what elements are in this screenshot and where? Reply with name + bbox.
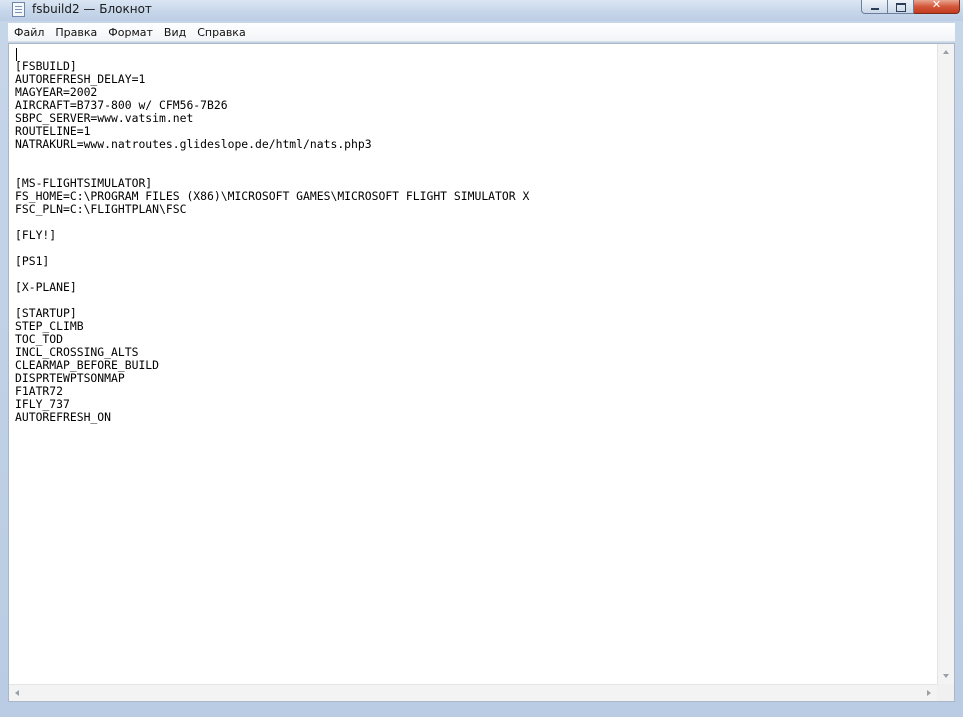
caption-buttons [861,0,960,14]
scrollbar-corner [937,684,954,701]
minimize-button[interactable] [861,0,888,14]
scroll-up-button[interactable] [938,44,955,61]
menu-format[interactable]: Формат [102,23,158,42]
text-line: AUTOREFRESH_DELAY=1 [15,72,146,86]
text-line: SBPC_SERVER=www.vatsim.net [15,111,194,125]
text-line: CLEARMAP_BEFORE_BUILD [15,358,160,372]
horizontal-scrollbar[interactable] [9,684,937,701]
arrow-down-icon [943,674,949,678]
maximize-button[interactable] [888,0,914,14]
text-line: FSC_PLN=C:\FLIGHTPLAN\FSC [15,202,187,216]
menu-file[interactable]: Файл [8,23,49,42]
text-line [15,47,936,60]
menu-bar: Файл Правка Формат Вид Справка [8,23,955,42]
text-line [15,164,936,177]
text-line [15,242,936,255]
scroll-left-button[interactable] [9,685,26,702]
text-line: [X-PLANE] [15,280,77,294]
text-line: NATRAKURL=www.natroutes.glideslope.de/ht… [15,137,372,151]
text-line: AUTOREFRESH_ON [15,410,112,424]
text-line: [FSBUILD] [15,59,77,73]
text-line: STEP_CLIMB [15,319,84,333]
notepad-icon[interactable] [12,2,25,17]
arrow-up-icon [943,50,949,54]
text-line [15,294,936,307]
text-caret [16,48,17,61]
text-line: [FLY!] [15,228,57,242]
window-title: fsbuild2 — Блокнот [32,2,152,16]
scroll-right-button[interactable] [920,685,937,702]
text-line: F1ATR72 [15,384,64,398]
text-line [15,268,936,281]
text-line: [STARTUP] [15,306,77,320]
text-editor[interactable]: [FSBUILD] AUTOREFRESH_DELAY=1 MAGYEAR=2002… [8,43,955,702]
text-line [15,216,936,229]
menu-view[interactable]: Вид [158,23,191,42]
text-line: DISPRTEWPTSONMAP [15,371,125,385]
scroll-down-button[interactable] [938,667,955,684]
close-button[interactable] [914,0,960,14]
notepad-window: fsbuild2 — Блокнот Файл Правка Формат Ви… [0,0,963,717]
arrow-left-icon [15,690,19,696]
text-line: [PS1] [15,254,50,268]
text-line [15,151,936,164]
text-line: IFLY_737 [15,397,70,411]
menu-edit[interactable]: Правка [49,23,102,42]
menu-help[interactable]: Справка [191,23,250,42]
editor-text[interactable]: [FSBUILD] AUTOREFRESH_DELAY=1 MAGYEAR=2002… [15,47,936,684]
arrow-right-icon [927,690,931,696]
text-line: TOC_TOD [15,332,64,346]
vertical-scrollbar[interactable] [937,44,954,684]
title-bar[interactable]: fsbuild2 — Блокнот [0,0,963,21]
